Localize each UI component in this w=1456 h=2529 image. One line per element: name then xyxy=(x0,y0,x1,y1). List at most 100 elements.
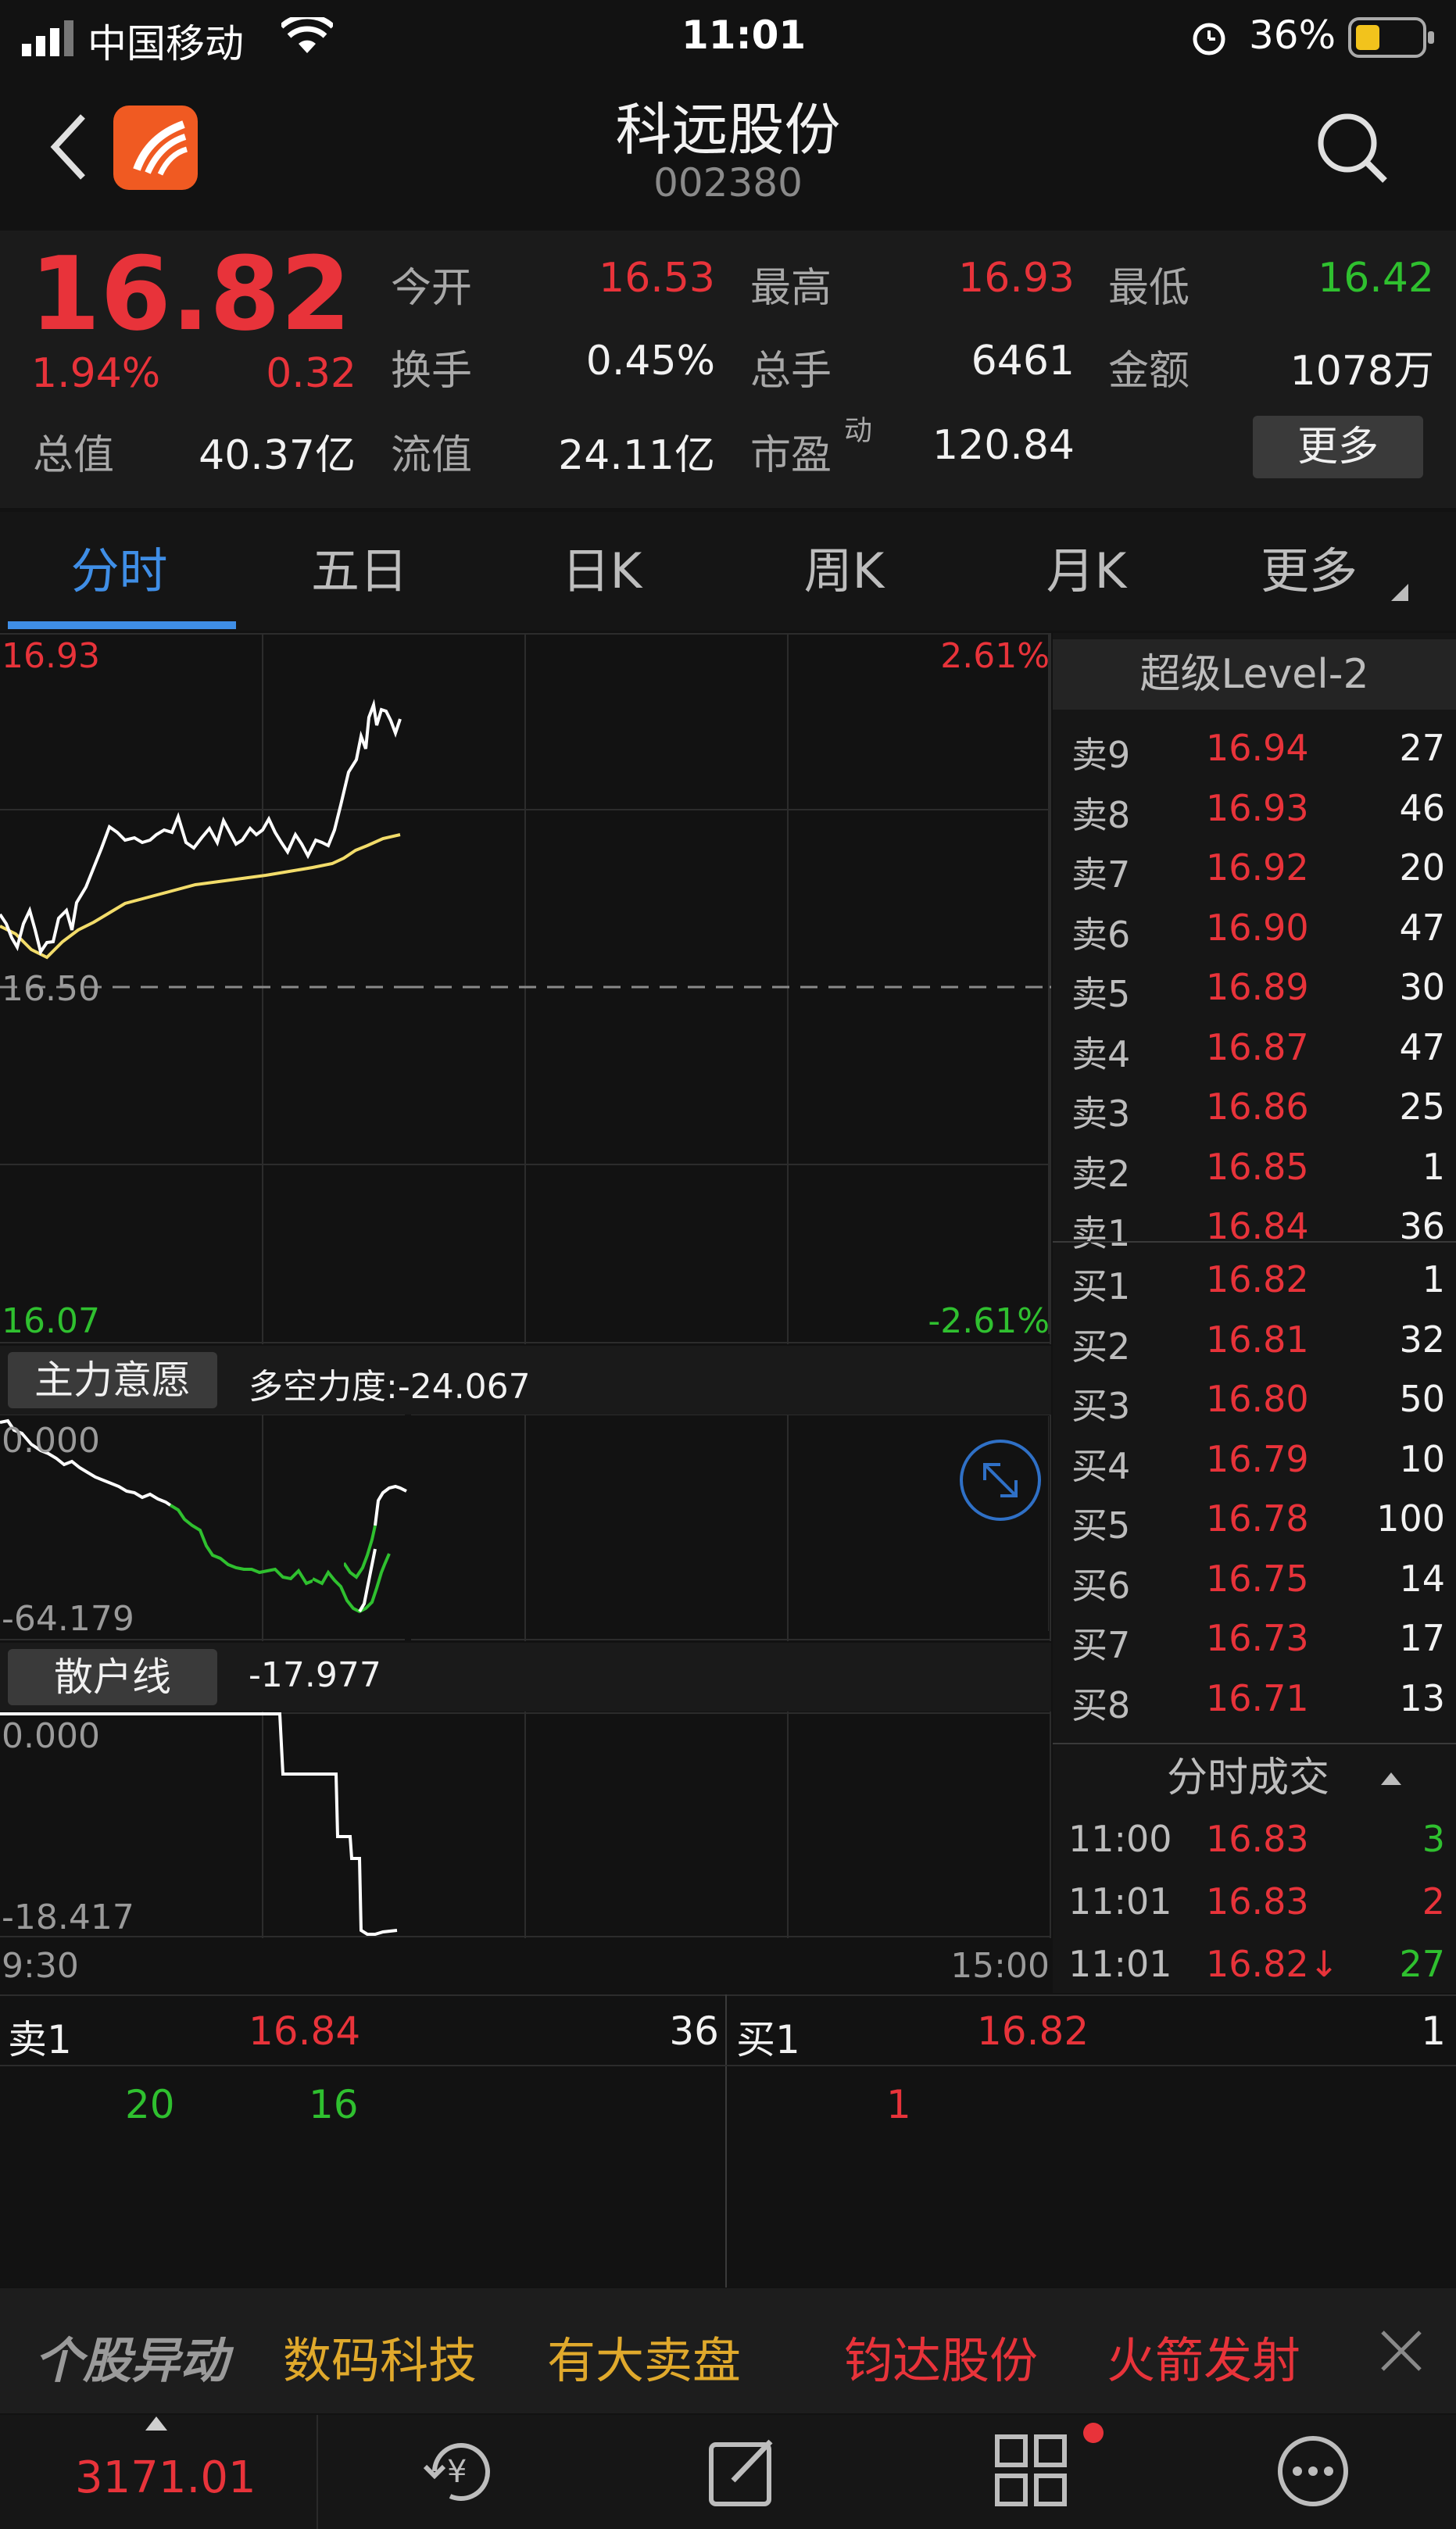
order-volume: 17 xyxy=(1399,1617,1445,1659)
order-book-row[interactable]: 买8 16.71 13 xyxy=(1053,1668,1456,1727)
quote-value: 16.93 xyxy=(958,255,1075,302)
caret-up-icon xyxy=(1381,1772,1401,1785)
index-value[interactable]: 3171.01 xyxy=(75,2452,256,2503)
page-title: 科远股份 xyxy=(615,97,841,163)
order-book-row[interactable]: 买1 16.82 1 xyxy=(1053,1249,1456,1308)
indicator2-top-value: 0.000 xyxy=(2,1716,100,1756)
indicator1-top-value: 0.000 xyxy=(2,1421,100,1461)
order-price: 16.85 xyxy=(1206,1145,1309,1188)
indicator2-chart[interactable] xyxy=(0,1712,1051,1938)
tab-intraday[interactable]: 分时 xyxy=(0,512,238,631)
order-volume: 14 xyxy=(1399,1557,1445,1600)
order-price: 16.92 xyxy=(1206,846,1309,889)
news-ticker[interactable]: 个股异动 数码科技 有大卖盘 钧达股份 火箭发射 xyxy=(0,2288,1456,2413)
tick-volume: 3 xyxy=(1422,1818,1445,1860)
order-volume: 47 xyxy=(1399,906,1445,949)
ticker-item-2[interactable]: 有大卖盘 xyxy=(547,2321,741,2391)
order-level-label: 卖6 xyxy=(1071,913,1131,956)
order-book-row[interactable]: 买3 16.80 50 xyxy=(1053,1368,1456,1428)
order-volume: 1 xyxy=(1422,1145,1445,1188)
tab-monthly-k[interactable]: 月K xyxy=(965,512,1207,631)
depth-sell-label: 卖1 xyxy=(8,2017,72,2062)
order-book-row[interactable]: 卖6 16.90 47 xyxy=(1053,897,1456,957)
depth-panel: 卖1 16.84 36 买1 16.82 1 20 16 1 xyxy=(0,1994,1456,2288)
order-level-label: 卖5 xyxy=(1071,973,1131,1015)
active-tab-indicator xyxy=(8,621,236,629)
tab-daily-k[interactable]: 日K xyxy=(481,512,723,631)
tab-five-day[interactable]: 五日 xyxy=(238,512,481,631)
order-volume: 32 xyxy=(1399,1318,1445,1361)
more-options-icon[interactable] xyxy=(1274,2432,1352,2510)
order-price: 16.81 xyxy=(1206,1318,1309,1361)
indicator1-button[interactable]: 主力意愿 xyxy=(8,1352,217,1408)
order-price: 16.87 xyxy=(1206,1025,1309,1068)
svg-text:¥: ¥ xyxy=(447,2454,467,2490)
tab-more-caret-icon xyxy=(1391,584,1408,601)
order-volume: 27 xyxy=(1399,727,1445,769)
pct-high-label: 2.61% xyxy=(940,636,1050,676)
bottom-tab-bar: 3171.01 ¥ xyxy=(0,2415,1456,2529)
trade-icon[interactable]: ¥ xyxy=(419,2432,497,2510)
expand-icon[interactable] xyxy=(958,1438,1043,1522)
order-book-row[interactable]: 卖9 16.94 27 xyxy=(1053,717,1456,777)
quote-value: 6461 xyxy=(971,338,1075,385)
tab-more[interactable]: 更多 xyxy=(1207,512,1411,631)
tick-time: 11:00 xyxy=(1068,1818,1172,1860)
chart-lower-area xyxy=(0,993,406,1335)
tick-time: 11:01 xyxy=(1068,1880,1172,1923)
back-icon[interactable] xyxy=(47,112,91,182)
order-book-row[interactable]: 卖1 16.84 36 xyxy=(1053,1196,1456,1255)
ticker-item-4[interactable]: 火箭发射 xyxy=(1107,2321,1300,2391)
close-icon[interactable] xyxy=(1379,2329,1423,2373)
grid-icon[interactable] xyxy=(993,2432,1071,2510)
pe-sup: 动 xyxy=(844,415,873,447)
indicator2-header: 散户线 -17.977 xyxy=(0,1643,1051,1712)
price-high-label: 16.93 xyxy=(2,636,100,676)
ticker-item-1[interactable]: 数码科技 xyxy=(283,2321,477,2391)
order-price: 16.71 xyxy=(1206,1676,1309,1719)
order-volume: 20 xyxy=(1399,846,1445,889)
indicator2-button[interactable]: 散户线 xyxy=(8,1649,217,1705)
post-icon[interactable] xyxy=(707,2432,782,2510)
battery-percent: 36% xyxy=(1249,13,1336,58)
index-up-icon xyxy=(145,2416,167,2431)
order-level-label: 买8 xyxy=(1071,1683,1131,1726)
signal-icon xyxy=(22,20,73,56)
order-book-row[interactable]: 买5 16.78 100 xyxy=(1053,1488,1456,1547)
quote-label: 最低 xyxy=(1108,265,1190,312)
order-book-divider xyxy=(1053,1241,1456,1243)
order-level-label: 买7 xyxy=(1071,1624,1131,1666)
order-price: 16.94 xyxy=(1206,727,1309,769)
order-book-row[interactable]: 卖3 16.86 25 xyxy=(1053,1076,1456,1136)
tick-row: 11:01 16.83 2 xyxy=(1053,1871,1456,1930)
order-book-row[interactable]: 卖8 16.93 46 xyxy=(1053,778,1456,837)
indicator2-bottom-value: -18.417 xyxy=(2,1898,134,1937)
tick-panel: 分时成交 11:00 16.83 3 11:01 16.83 2 11:01 16.82↓ 27 xyxy=(1053,1743,1456,1993)
carrier-label: 中国移动 xyxy=(88,21,244,66)
order-book-row[interactable]: 买2 16.81 32 xyxy=(1053,1309,1456,1368)
order-book-row[interactable]: 卖2 16.85 1 xyxy=(1053,1136,1456,1196)
wifi-icon xyxy=(281,17,333,53)
depth-buy-vol: 1 xyxy=(1421,2009,1446,2054)
order-book-row[interactable]: 买6 16.75 14 xyxy=(1053,1548,1456,1608)
period-tabs: 分时 五日 日K 周K 月K 更多 xyxy=(0,512,1456,631)
indicator1-end xyxy=(344,1484,407,1579)
tab-weekly-k[interactable]: 周K xyxy=(723,512,965,631)
order-book-row[interactable]: 买4 16.79 10 xyxy=(1053,1429,1456,1488)
order-book-title: 超级Level-2 xyxy=(1053,639,1456,710)
order-book-row[interactable]: 卖7 16.92 20 xyxy=(1053,837,1456,896)
indicator1-text: 多空力度:-24.067 xyxy=(249,1367,531,1407)
order-volume: 1 xyxy=(1422,1258,1445,1300)
ticks-title[interactable]: 分时成交 xyxy=(1100,1751,1397,1805)
order-level-label: 买5 xyxy=(1071,1504,1131,1547)
order-book-row[interactable]: 卖4 16.87 47 xyxy=(1053,1017,1456,1076)
order-volume: 10 xyxy=(1399,1437,1445,1480)
order-volume: 13 xyxy=(1399,1676,1445,1719)
order-book-row[interactable]: 买7 16.73 17 xyxy=(1053,1608,1456,1667)
quote-more-button[interactable]: 更多 xyxy=(1253,416,1423,478)
ticker-item-3[interactable]: 钧达股份 xyxy=(844,2321,1038,2391)
order-book-row[interactable]: 卖5 16.89 30 xyxy=(1053,957,1456,1016)
search-icon[interactable] xyxy=(1313,109,1391,187)
order-level-label: 卖2 xyxy=(1071,1152,1131,1195)
quote-value: 16.42 xyxy=(1318,255,1434,302)
